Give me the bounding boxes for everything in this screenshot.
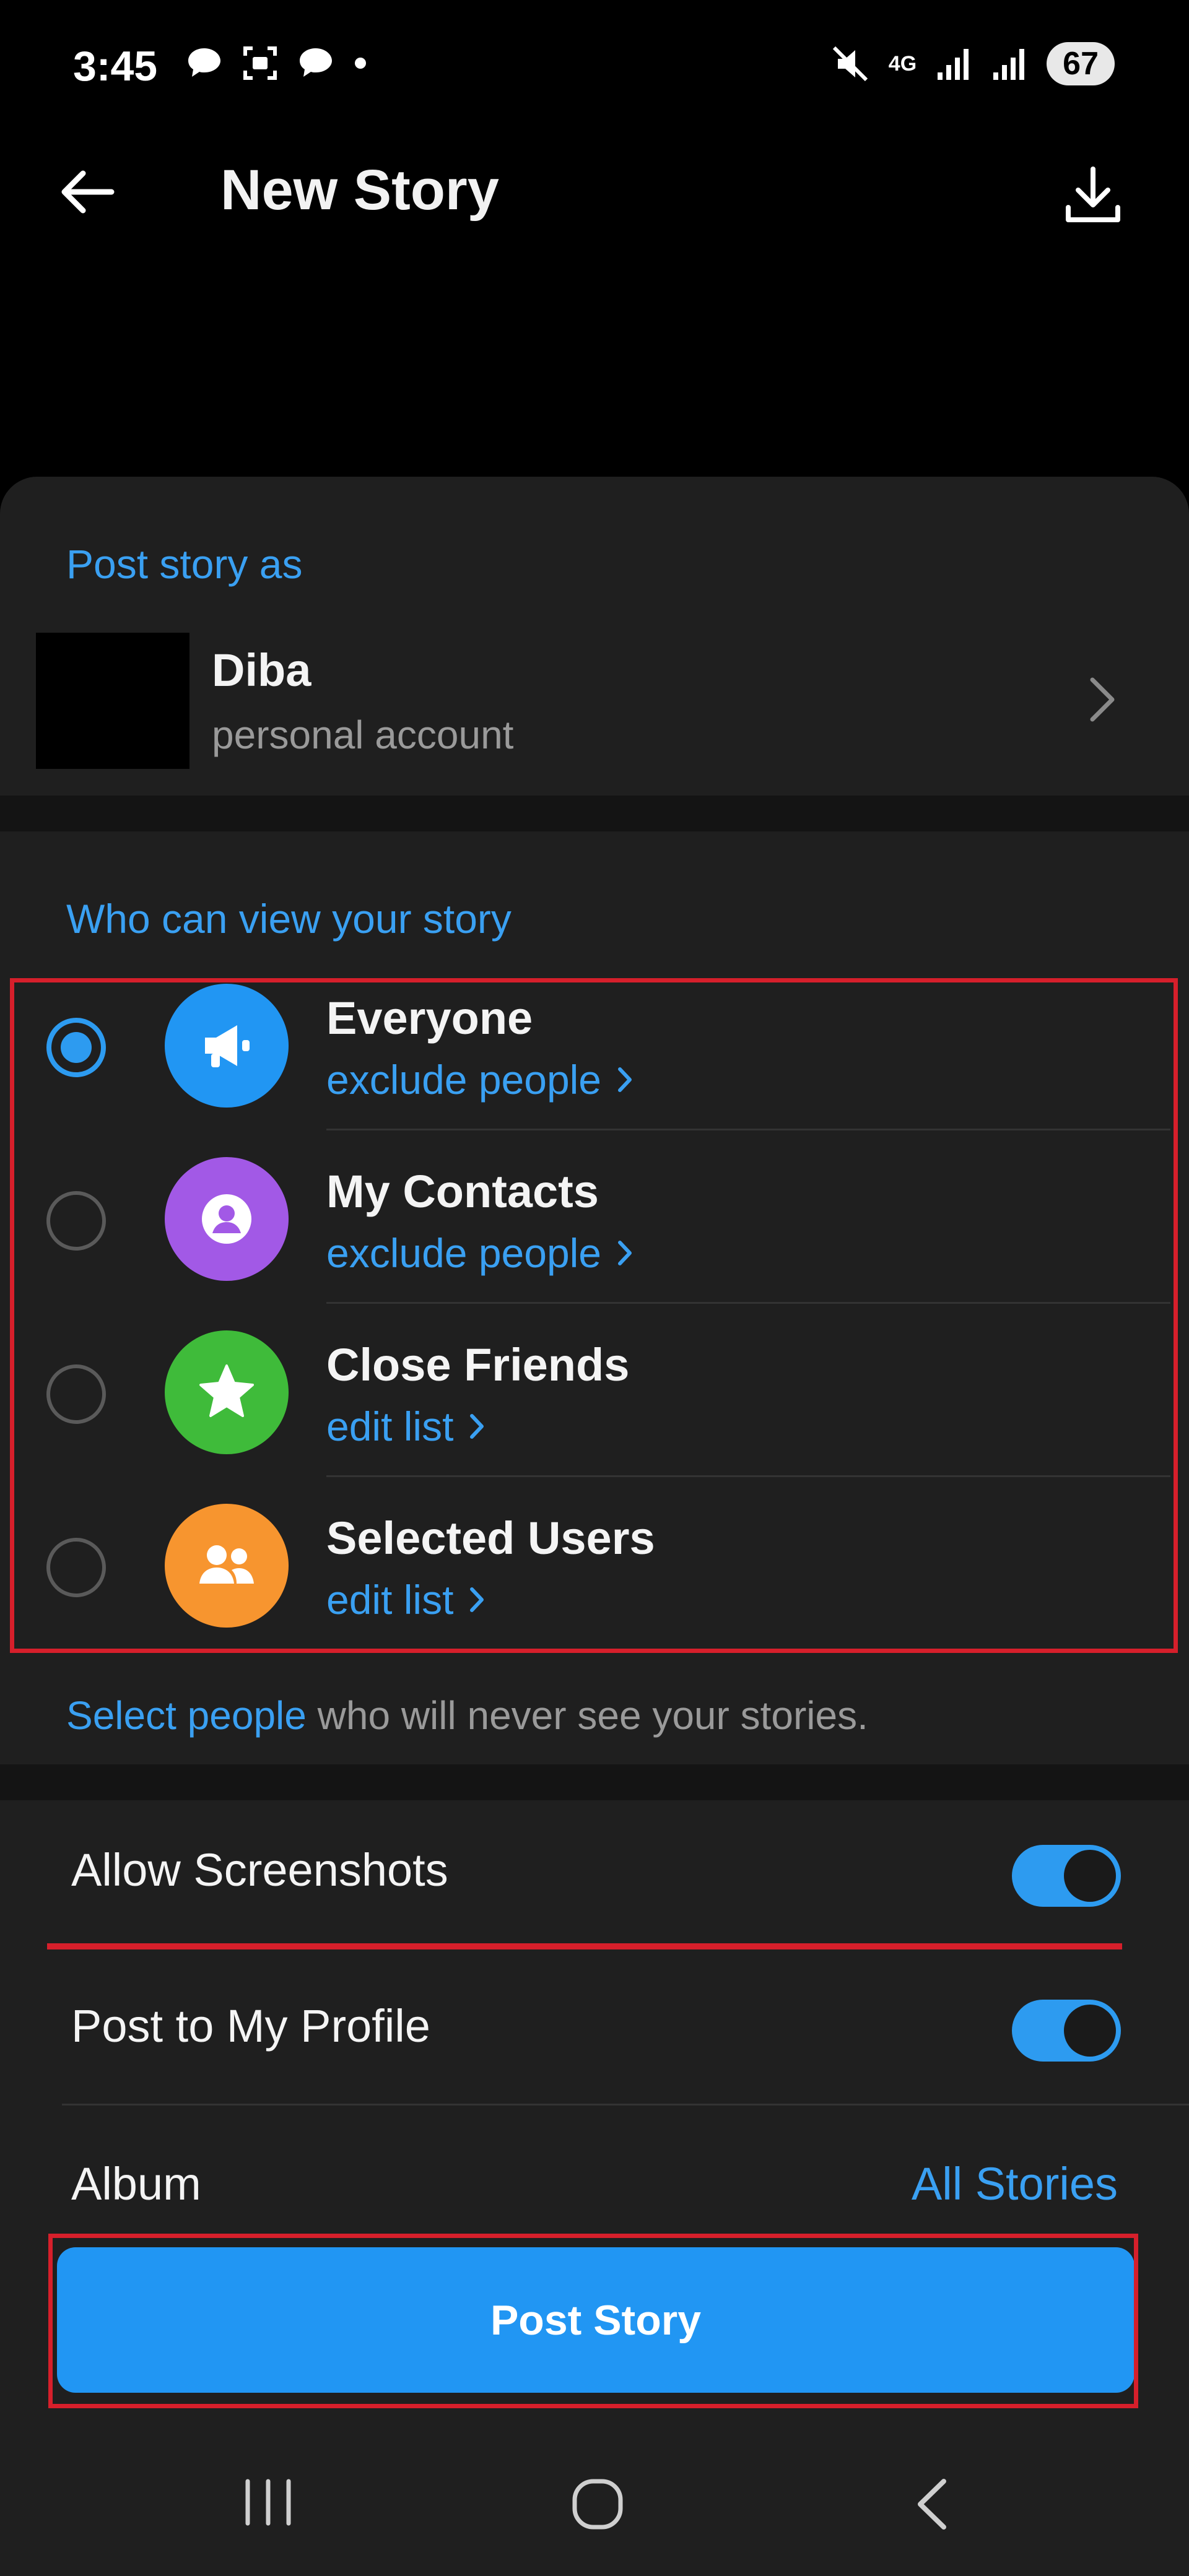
allow-screenshots-label: Allow Screenshots (71, 1844, 448, 1896)
mute-icon (832, 46, 868, 82)
album-value[interactable]: All Stories (912, 2158, 1118, 2210)
avatar (36, 633, 189, 769)
status-time: 3:45 (73, 43, 158, 90)
battery-indicator: 67 (1047, 42, 1115, 85)
system-icons: 4G 67 (830, 42, 1115, 85)
select-people-link[interactable]: Select people (66, 1693, 307, 1738)
who-can-view-label: Who can view your story (66, 896, 512, 942)
post-to-profile-toggle[interactable] (1012, 2000, 1121, 2062)
arrow-left-icon (61, 170, 115, 214)
album-row[interactable]: Album All Stories (0, 2105, 1189, 2210)
notification-icons (186, 45, 368, 82)
section-divider (0, 1764, 1189, 1800)
highlight-box (10, 978, 1178, 1653)
post-as-label: Post story as (66, 541, 303, 587)
page-title: New Story (220, 158, 499, 222)
recent-apps-icon[interactable] (240, 2478, 296, 2527)
hint-text: who will never see your stories. (306, 1693, 868, 1738)
exclusion-hint: Select people who will never see your st… (66, 1693, 868, 1738)
download-button[interactable] (1053, 155, 1133, 235)
home-icon[interactable] (570, 2476, 625, 2532)
account-type: personal account (212, 713, 514, 757)
back-nav-icon[interactable] (910, 2476, 954, 2532)
signal-icon (938, 49, 969, 80)
system-navbar (0, 2421, 1189, 2576)
signal-icon (993, 49, 1025, 80)
album-label: Album (71, 2158, 201, 2210)
account-row[interactable]: Diba personal account (0, 619, 1189, 780)
chat-bubble-icon (188, 48, 220, 77)
section-divider (0, 796, 1189, 831)
highlight-underline (47, 1943, 1122, 1949)
screenshot-icon (243, 46, 277, 80)
allow-screenshots-toggle[interactable] (1012, 1845, 1121, 1907)
post-to-profile-label: Post to My Profile (71, 2000, 430, 2052)
network-type: 4G (888, 51, 917, 76)
account-name: Diba (212, 644, 311, 696)
chat-bubble-icon (300, 48, 332, 77)
post-to-profile-row[interactable]: Post to My Profile (0, 1956, 1189, 2105)
back-button[interactable] (50, 155, 124, 229)
chevron-right-icon (1090, 677, 1115, 722)
download-icon (1066, 167, 1120, 222)
allow-screenshots-row[interactable]: Allow Screenshots (0, 1800, 1189, 1949)
highlight-box (48, 2234, 1138, 2408)
dot-icon (355, 58, 366, 69)
